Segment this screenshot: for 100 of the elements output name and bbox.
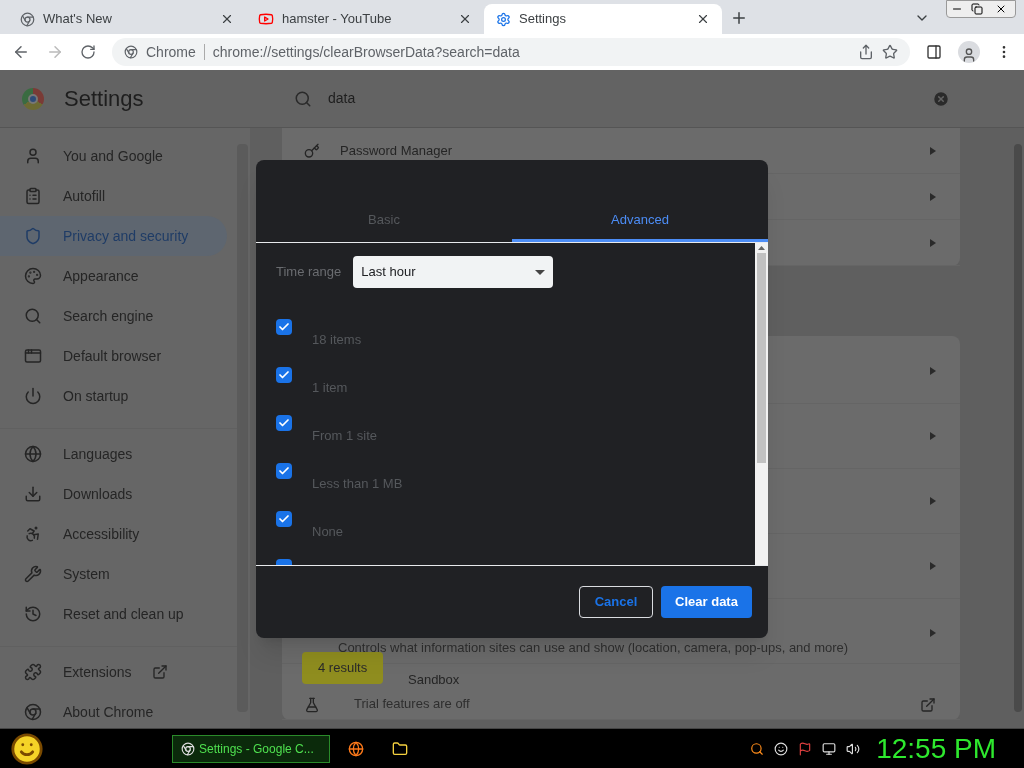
circle-logo-icon <box>124 45 138 59</box>
clock-history-icon <box>24 605 42 623</box>
chevron-right-icon[interactable] <box>930 238 936 247</box>
plus-icon[interactable] <box>730 9 748 27</box>
globe-icon <box>24 445 42 463</box>
url-text: chrome://settings/clearBrowserData?search=data <box>212 42 520 62</box>
item-label: 18 items <box>312 331 362 349</box>
tab-title: hamster - YouTube <box>282 10 393 29</box>
clipboard-icon <box>24 187 42 205</box>
play-logo-icon <box>258 11 274 27</box>
clock: 12:55 PM <box>876 731 996 766</box>
shield-icon <box>24 227 42 245</box>
download-icon <box>24 485 42 503</box>
flask-icon <box>304 697 320 713</box>
power-icon <box>24 387 42 405</box>
search-icon <box>24 307 42 325</box>
sidebar-item[interactable]: Search engine <box>0 296 227 336</box>
item-label: Less than 1 MB <box>312 475 403 493</box>
network-icon[interactable] <box>822 741 837 756</box>
close-icon[interactable] <box>220 12 234 26</box>
circle-logo-icon <box>22 87 44 110</box>
close-icon[interactable] <box>458 12 472 26</box>
search-field[interactable]: data <box>282 79 962 118</box>
sidebar-item[interactable]: Extensions <box>0 652 227 692</box>
person-figure-icon <box>24 525 42 543</box>
results-badge: 4 results <box>302 652 384 684</box>
share-icon[interactable] <box>858 44 874 60</box>
checkbox[interactable] <box>276 511 292 527</box>
browser-tab[interactable]: What's New <box>8 4 246 34</box>
item-label: From 1 site <box>312 427 377 445</box>
reload-icon[interactable] <box>80 44 96 60</box>
star-icon[interactable] <box>882 44 898 60</box>
cancel-button[interactable]: Cancel <box>579 586 653 618</box>
person-icon <box>24 147 42 165</box>
chevron-right-icon[interactable] <box>930 192 936 201</box>
tab-title: What's New <box>43 10 113 29</box>
clear-data-button[interactable]: Clear data <box>661 586 752 618</box>
sidebar-item[interactable]: Privacy and security <box>0 216 227 256</box>
chevron-right-icon[interactable] <box>930 146 936 155</box>
address-bar[interactable]: Chrome chrome://settings/clearBrowserData?search=data <box>112 38 910 66</box>
sidebar-item[interactable]: About Chrome <box>0 692 227 732</box>
task-title: Settings - Google C... <box>199 740 314 758</box>
field-label: Time range <box>276 263 342 282</box>
circle-logo-icon <box>24 703 42 721</box>
checkbox[interactable] <box>276 415 292 431</box>
dialog-tab[interactable]: Basic <box>256 200 512 242</box>
search-icon <box>294 89 312 108</box>
browser-tab[interactable]: hamster - YouTube <box>246 4 484 34</box>
chevron-right-icon[interactable] <box>930 367 936 375</box>
side-panel-icon[interactable] <box>926 44 942 60</box>
dialog-tab[interactable]: Advanced <box>512 200 768 242</box>
palette-icon <box>24 267 42 285</box>
browser-tab[interactable]: Settings <box>484 4 722 34</box>
checkbox[interactable] <box>276 367 292 383</box>
dropdown-caret-icon <box>535 269 546 275</box>
checkbox[interactable] <box>276 463 292 479</box>
search-icon[interactable] <box>750 741 765 756</box>
sidebar-item[interactable]: You and Google <box>0 136 227 176</box>
checkmark-icon <box>278 417 290 429</box>
scrollbar[interactable] <box>755 243 768 565</box>
chevron-right-icon[interactable] <box>930 629 936 637</box>
chevron-right-icon[interactable] <box>930 432 936 440</box>
close-icon[interactable] <box>696 12 710 26</box>
checkmark-icon <box>278 465 290 477</box>
sidebar-item[interactable]: Reset and clean up <box>0 594 227 634</box>
flag-icon[interactable] <box>798 741 813 756</box>
checkmark-icon <box>278 513 290 525</box>
chevron-right-icon[interactable] <box>930 497 936 505</box>
sidebar-item[interactable]: Downloads <box>0 474 227 514</box>
sidebar-item[interactable]: Accessibility <box>0 514 227 554</box>
speaker-icon[interactable] <box>846 741 861 756</box>
sidebar-item[interactable]: System <box>0 554 227 594</box>
sidebar-item[interactable]: Languages <box>0 434 227 474</box>
tab-title: Settings <box>519 10 567 29</box>
sidebar-item[interactable]: Autofill <box>0 176 227 216</box>
item-label: None <box>312 523 344 541</box>
sidebar-item[interactable]: Appearance <box>0 256 227 296</box>
scroll-up-arrow-icon[interactable] <box>758 246 765 250</box>
window-controls-drawing[interactable] <box>946 0 1016 18</box>
smiley-icon[interactable] <box>10 731 44 766</box>
chevron-right-icon[interactable] <box>930 562 936 570</box>
checkbox[interactable] <box>276 319 292 335</box>
item-label: 1 item <box>312 379 348 397</box>
circle-logo-icon <box>181 741 195 756</box>
row-label: Sandbox <box>407 671 461 689</box>
folder-icon[interactable] <box>392 740 408 757</box>
clear-icon[interactable] <box>932 89 950 108</box>
profile-avatar[interactable] <box>958 41 980 63</box>
checkmark-icon <box>278 321 290 333</box>
external-link-icon[interactable] <box>920 697 936 713</box>
site-label: Chrome <box>146 42 196 62</box>
settings-icon <box>496 11 511 27</box>
globe-icon[interactable] <box>348 740 364 757</box>
time-range-dropdown[interactable]: Last hour <box>353 256 554 288</box>
sidebar-item[interactable]: Default browser <box>0 336 227 376</box>
circle-logo-icon <box>20 11 35 27</box>
taskbar-button[interactable]: Settings - Google C... <box>172 734 330 763</box>
row-label: Password Manager <box>340 141 452 160</box>
sidebar-item[interactable]: On startup <box>0 376 227 416</box>
key-icon <box>304 142 320 159</box>
